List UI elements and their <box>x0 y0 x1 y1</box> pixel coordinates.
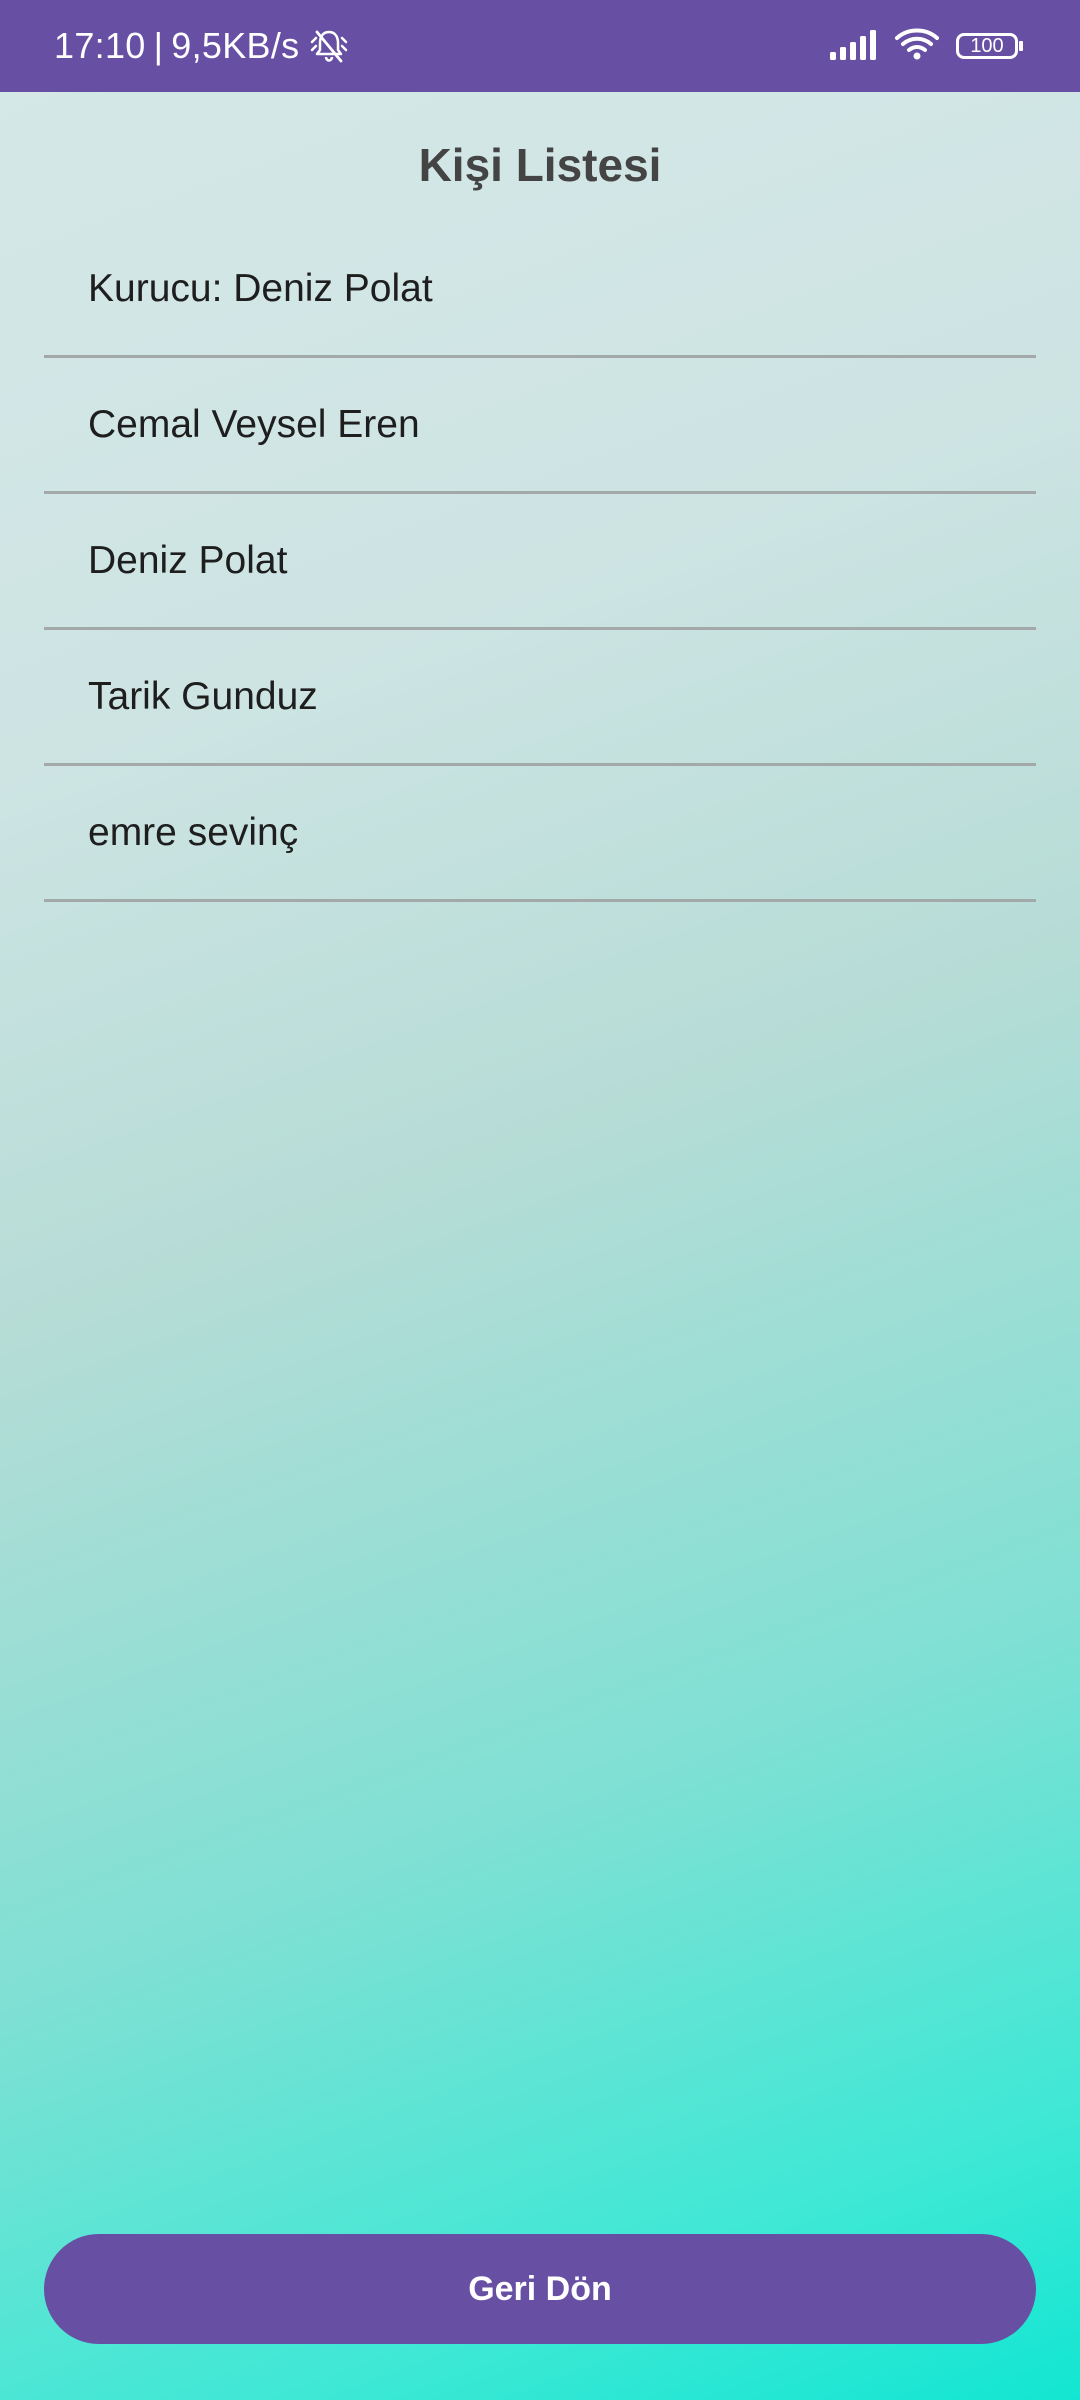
battery-icon: 100 <box>956 33 1023 59</box>
status-left: 17:10 | 9,5KB/s <box>54 0 351 92</box>
signal-icon <box>830 28 878 65</box>
back-button[interactable]: Geri Dön <box>44 2234 1036 2344</box>
network-speed: 9,5KB/s <box>171 25 300 66</box>
wifi-icon <box>894 27 940 66</box>
person-list: Kurucu: Deniz Polat Cemal Veysel Eren De… <box>44 222 1036 902</box>
battery-level: 100 <box>970 34 1004 57</box>
list-item[interactable]: emre sevinç <box>44 766 1036 902</box>
list-item[interactable]: Tarik Gunduz <box>44 630 1036 766</box>
status-separator: | <box>153 25 164 66</box>
bell-off-icon <box>307 28 351 64</box>
status-right: 100 <box>830 0 1023 92</box>
list-item-founder[interactable]: Kurucu: Deniz Polat <box>44 222 1036 358</box>
status-time: 17:10 <box>54 25 146 66</box>
list-item[interactable]: Cemal Veysel Eren <box>44 358 1036 494</box>
page-title: Kişi Listesi <box>418 139 662 191</box>
list-item[interactable]: Deniz Polat <box>44 494 1036 630</box>
status-bar: 17:10 | 9,5KB/s 100 <box>0 0 1080 92</box>
